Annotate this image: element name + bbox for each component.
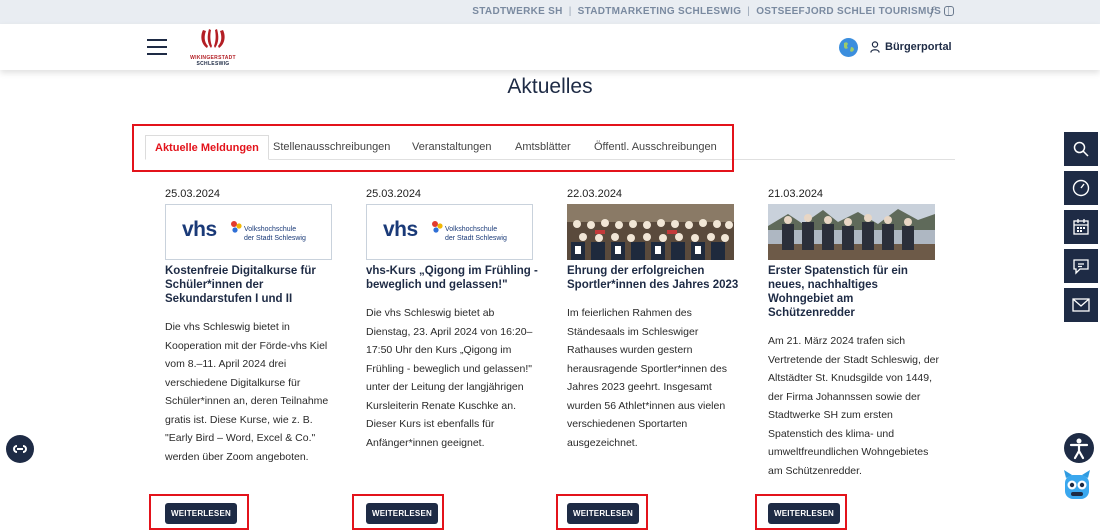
opening-hours-button[interactable] (1064, 171, 1098, 205)
calendar-button[interactable] (1064, 210, 1098, 244)
separator: | (747, 6, 751, 17)
facebook-icon[interactable]: f (930, 5, 934, 18)
card-title[interactable]: vhs-Kurs „Qigong im Frühling - beweglich… (366, 264, 538, 292)
link-stadtmarketing[interactable]: STADTMARKETING SCHLESWIG (578, 6, 742, 17)
card-text: Die vhs Schleswig bietet in Kooperation … (165, 321, 329, 463)
cookie-settings-icon (13, 445, 27, 453)
user-icon (870, 41, 880, 53)
search-icon (1073, 141, 1089, 157)
site-header: WIKINGERSTADT SCHLESWIG Bürgerportal (0, 24, 1100, 70)
card-title[interactable]: Kostenfreie Digitalkurse für Schüler*inn… (165, 264, 337, 306)
clock-icon (1072, 179, 1090, 197)
card-text: Im feierlichen Rahmen des Ständesaals im… (567, 307, 727, 449)
weiterlesen-button[interactable]: WEITERLESEN (768, 503, 840, 524)
email-button[interactable] (1064, 288, 1098, 322)
mail-icon (1072, 298, 1090, 312)
language-globe-icon[interactable] (839, 38, 858, 57)
site-logo[interactable]: WIKINGERSTADT SCHLESWIG (185, 28, 241, 68)
news-card: 22.03.2024 Ehrung der erfolgreichen Spor… (567, 188, 739, 452)
search-button[interactable] (1064, 132, 1098, 166)
link-tourismus[interactable]: OSTSEEFJORD SCHLEI TOURISMUS (756, 6, 941, 17)
vhs-logo-image[interactable]: vhs Volkshochschule der Stadt Schleswig (165, 204, 332, 260)
top-bar: STADTWERKE SH | STADTMARKETING SCHLESWIG… (0, 0, 1100, 24)
page-title: Aktuelles (507, 75, 593, 98)
accessibility-icon (1069, 438, 1089, 460)
card-date: 25.03.2024 (165, 188, 221, 200)
vhs-wordmark: vhs (182, 218, 217, 241)
buergerportal-link[interactable]: Bürgerportal (885, 41, 952, 53)
news-card: 25.03.2024 vhs Volkshochschule der Stadt … (165, 188, 337, 466)
card-date: 22.03.2024 (567, 188, 623, 200)
card-text: Am 21. März 2024 trafen sich Vertretende… (768, 335, 940, 477)
separator: | (568, 6, 572, 17)
news-card: 21.03.2024 Erster Spatenstich für ein ne… (768, 188, 940, 480)
chatbot-mascot-icon[interactable] (1062, 468, 1092, 500)
contact-button[interactable] (1064, 249, 1098, 283)
vhs-dots-icon (231, 221, 242, 233)
weiterlesen-button[interactable]: WEITERLESEN (366, 503, 438, 524)
news-card: 25.03.2024 vhs Volkshochschule der Stadt … (366, 188, 538, 452)
tabs-highlight (132, 124, 734, 172)
menu-icon[interactable] (147, 39, 167, 55)
vhs-wordmark: vhs (383, 218, 418, 241)
card-title[interactable]: Ehrung der erfolgreichen Sportler*innen … (567, 264, 739, 292)
card-date: 25.03.2024 (366, 188, 422, 200)
logo-emblem-icon (201, 29, 225, 48)
accessibility-button[interactable] (1064, 433, 1094, 463)
chat-bubble-icon (1073, 259, 1089, 275)
logo-line2: SCHLESWIG (196, 61, 230, 67)
vhs-logo-image[interactable]: vhs Volkshochschule der Stadt Schleswig (366, 204, 533, 260)
link-stadtwerke[interactable]: STADTWERKE SH (472, 6, 562, 17)
groundbreaking-photo-image[interactable] (768, 204, 935, 260)
weiterlesen-button[interactable]: WEITERLESEN (567, 503, 639, 524)
weiterlesen-button[interactable]: WEITERLESEN (165, 503, 237, 524)
group-photo-image[interactable] (567, 204, 734, 260)
vhs-dots-icon (432, 221, 443, 233)
card-date: 21.03.2024 (768, 188, 824, 200)
calendar-icon (1073, 219, 1089, 235)
card-text: Die vhs Schleswig bietet ab Dienstag, 23… (366, 307, 533, 449)
cookie-settings-button[interactable] (6, 435, 34, 463)
vhs-subtitle: Volkshochschule der Stadt Schleswig (445, 226, 507, 242)
top-links: STADTWERKE SH | STADTMARKETING SCHLESWIG… (472, 6, 950, 17)
card-title[interactable]: Erster Spatenstich für ein neues, nachha… (768, 264, 940, 320)
instagram-icon[interactable] (944, 6, 954, 16)
vhs-subtitle: Volkshochschule der Stadt Schleswig (244, 226, 306, 242)
